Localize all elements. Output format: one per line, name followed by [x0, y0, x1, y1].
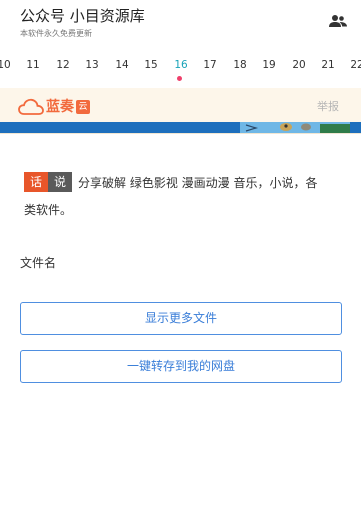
file-name-header: 文件名	[20, 256, 57, 270]
date-item[interactable]: 17	[198, 58, 222, 72]
share-description-continued: 类软件。	[24, 203, 73, 217]
cloud-icon	[18, 98, 44, 115]
app-header: 公众号 小目资源库 本软件永久免费更新	[0, 0, 361, 46]
date-item[interactable]: 13	[80, 58, 104, 72]
date-selector: 10 11 12 13 14 15 16 17 18 19 20 21 22	[0, 52, 361, 86]
date-item[interactable]: 22	[345, 58, 361, 72]
date-item[interactable]: 21	[316, 58, 340, 72]
date-item[interactable]: 11	[21, 58, 45, 72]
speech-tag-part-1: 话	[24, 172, 49, 192]
date-item[interactable]: 14	[110, 58, 134, 72]
lanzou-logo[interactable]: 蓝奏 云	[18, 96, 90, 118]
lanzou-banner: 蓝奏 云 举报	[0, 88, 361, 134]
save-to-my-disk-button[interactable]: 一键转存到我的网盘	[20, 350, 342, 383]
lanzou-logo-text: 蓝奏	[46, 99, 74, 115]
speech-tag-part-2: 说	[48, 172, 73, 192]
lanzou-logo-badge: 云	[76, 100, 90, 114]
show-more-files-button[interactable]: 显示更多文件	[20, 302, 342, 335]
date-item[interactable]: 20	[287, 58, 311, 72]
banner-illustration	[240, 122, 350, 133]
speech-tag: 话 说	[24, 172, 73, 192]
active-date-dot	[177, 76, 182, 81]
date-item[interactable]: 15	[139, 58, 163, 72]
date-item[interactable]: 12	[51, 58, 75, 72]
page-title: 公众号 小目资源库	[20, 7, 145, 25]
date-item-active[interactable]: 16	[169, 58, 193, 72]
date-item[interactable]: 18	[228, 58, 252, 72]
share-description: 分享破解 绿色影视 漫画动漫 音乐，小说，各	[78, 176, 318, 190]
people-icon[interactable]	[329, 14, 347, 28]
report-link[interactable]: 举报	[317, 100, 339, 114]
date-item[interactable]: 10	[0, 58, 16, 72]
date-item[interactable]: 19	[257, 58, 281, 72]
page-subtitle: 本软件永久免费更新	[20, 29, 92, 38]
